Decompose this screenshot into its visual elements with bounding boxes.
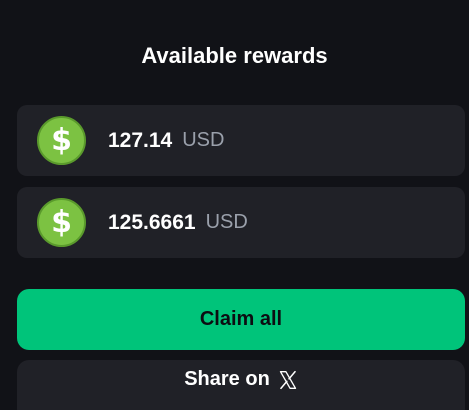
reward-amount-row: 127.14 USD xyxy=(108,105,224,176)
reward-amount: 127.14 xyxy=(108,128,173,152)
dollar-coin-icon: $ xyxy=(37,198,86,247)
x-logo-icon xyxy=(279,370,296,389)
reward-amount-row: 125.6661 USD xyxy=(108,187,248,258)
share-on-x-button[interactable]: Share on xyxy=(17,360,465,410)
dollar-coin-icon: $ xyxy=(37,116,86,165)
claim-all-button[interactable]: Claim all xyxy=(17,289,465,350)
page-title: Available rewards xyxy=(141,43,328,68)
reward-item: $ 125.6661 USD xyxy=(17,187,465,258)
share-label: Share on xyxy=(184,368,270,390)
reward-amount: 125.6661 xyxy=(108,210,196,234)
reward-currency: USD xyxy=(182,129,225,151)
rewards-panel: Available rewards $ 127.14 USD $ 125.666… xyxy=(0,0,469,410)
reward-currency: USD xyxy=(205,211,248,233)
reward-item: $ 127.14 USD xyxy=(17,105,465,176)
